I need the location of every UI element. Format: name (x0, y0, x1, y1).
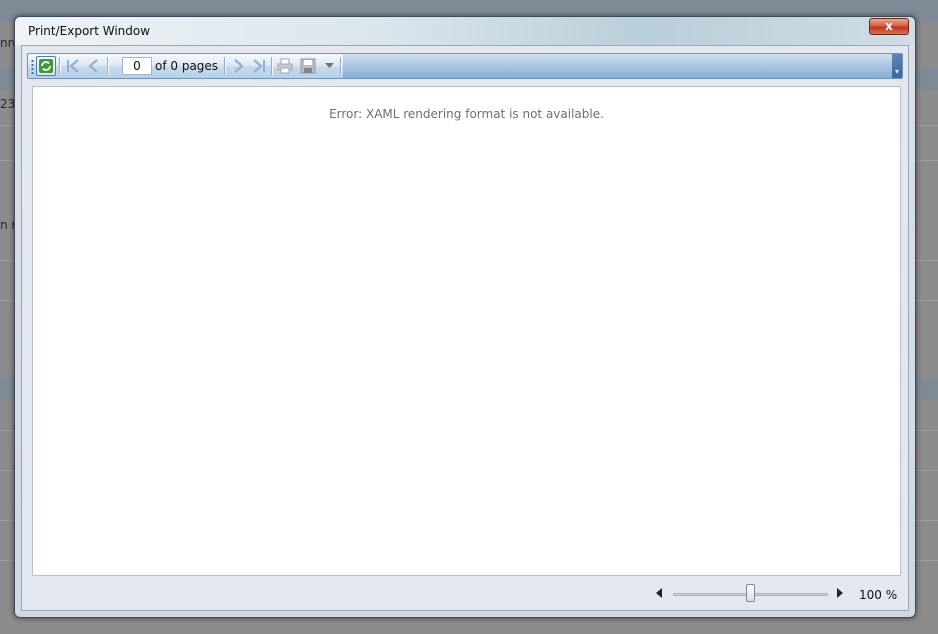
zoom-level-label: 100 % (859, 588, 898, 602)
toolbar-separator (224, 57, 226, 75)
toolbar-empty-area (343, 54, 892, 78)
error-message: Error: XAML rendering format is not avai… (329, 107, 604, 121)
print-button[interactable] (275, 56, 295, 76)
toolbar-grip-handle[interactable] (31, 59, 34, 75)
export-format-dropdown[interactable] (320, 56, 339, 76)
window-titlebar[interactable]: Print/Export Window x (15, 17, 915, 45)
current-page-input[interactable] (122, 57, 152, 75)
page-count-label: of 0 pages (155, 59, 219, 73)
window-content: ▾ 0 of 0 pages Error: XAML rendering for… (21, 45, 909, 611)
last-page-icon (253, 59, 265, 73)
next-page-button[interactable] (228, 56, 248, 76)
toolbar-separator (271, 57, 273, 75)
first-page-icon (67, 59, 79, 73)
printer-icon (277, 58, 293, 74)
chevron-left-icon (88, 59, 98, 73)
chevron-right-icon (234, 59, 244, 73)
last-page-button[interactable] (249, 56, 269, 76)
report-toolbar: ▾ 0 of 0 pages (27, 53, 903, 79)
zoom-out-button[interactable] (656, 587, 664, 601)
print-export-window: Print/Export Window x ▾ 0 of 0 pages Err… (14, 16, 916, 618)
close-button[interactable]: x (869, 18, 909, 35)
toolbar-separator (340, 57, 342, 75)
window-title: Print/Export Window (28, 24, 151, 38)
toolbar-separator (107, 57, 109, 75)
previous-page-button[interactable] (84, 56, 104, 76)
close-icon: x (885, 19, 893, 33)
save-disk-icon (300, 58, 316, 74)
refresh-button[interactable] (36, 56, 56, 76)
chevron-down-icon (325, 63, 334, 68)
zoom-slider-thumb[interactable] (746, 584, 755, 602)
caret-left-icon (656, 588, 662, 598)
first-page-button[interactable] (63, 56, 83, 76)
zoom-in-button[interactable] (835, 587, 843, 601)
toolbar-overflow-button[interactable]: ▾ (892, 54, 902, 78)
export-button[interactable] (296, 56, 320, 76)
toolbar-separator (59, 57, 61, 75)
caret-right-icon (837, 588, 843, 598)
report-viewer-area: Error: XAML rendering format is not avai… (32, 86, 901, 576)
refresh-icon (39, 59, 53, 73)
